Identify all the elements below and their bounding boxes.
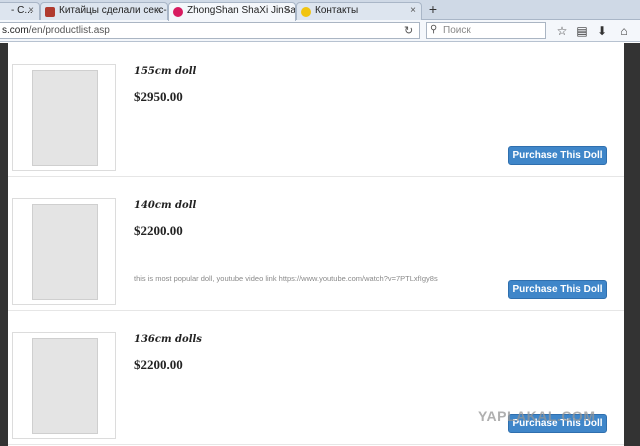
- product-row: 136cm dolls $2200.00 Purchase This Doll: [8, 311, 624, 445]
- site-favicon-icon: [301, 7, 311, 17]
- site-watermark: YAPLAKAL.COM: [478, 408, 596, 424]
- product-price: $2200.00: [134, 223, 183, 238]
- tab-4[interactable]: Контакты ×: [296, 2, 422, 20]
- tab-label: Контакты: [315, 5, 359, 16]
- photo-placeholder: [32, 338, 98, 434]
- close-icon[interactable]: ×: [410, 5, 416, 16]
- page-viewport: 155cm doll $2950.00 Purchase This Doll 1…: [0, 43, 640, 446]
- product-thumbnail[interactable]: [12, 64, 116, 171]
- clipboard-icon[interactable]: ▤: [574, 23, 590, 39]
- close-icon[interactable]: ×: [156, 5, 162, 16]
- reload-icon[interactable]: ↻: [404, 24, 413, 37]
- product-thumbnail[interactable]: [12, 332, 116, 439]
- tab-3-active[interactable]: ZhongShan ShaXi JinSan Cl... ×: [168, 2, 296, 21]
- tab-1[interactable]: - С... ×: [0, 2, 40, 20]
- tab-2[interactable]: Китайцы сделали секс-ку... ×: [40, 2, 168, 20]
- product-row: 155cm doll $2950.00 Purchase This Doll: [8, 43, 624, 177]
- tab-label: Китайцы сделали секс-ку...: [59, 5, 167, 16]
- lips-favicon-icon: [173, 7, 183, 17]
- navigation-toolbar: s.com/en/productlist.asp ↻ ⚲ Поиск ☆ ▤ ⬇…: [0, 20, 640, 42]
- star-icon[interactable]: ☆: [554, 23, 570, 39]
- download-icon[interactable]: ⬇: [594, 23, 610, 39]
- product-name[interactable]: 155cm doll: [134, 66, 196, 77]
- purchase-button[interactable]: Purchase This Doll: [508, 280, 607, 299]
- product-description: this is most popular doll, youtube video…: [134, 274, 438, 283]
- new-tab-button[interactable]: +: [424, 1, 442, 19]
- search-icon: ⚲: [430, 24, 438, 35]
- purchase-button[interactable]: Purchase This Doll: [508, 146, 607, 165]
- home-icon[interactable]: ⌂: [616, 23, 632, 39]
- close-icon[interactable]: ×: [28, 5, 34, 16]
- url-bar[interactable]: s.com/en/productlist.asp ↻: [0, 22, 420, 39]
- product-thumbnail[interactable]: [12, 198, 116, 305]
- product-list: 155cm doll $2950.00 Purchase This Doll 1…: [8, 43, 624, 446]
- product-name[interactable]: 136cm dolls: [134, 334, 202, 345]
- photo-placeholder: [32, 70, 98, 166]
- url-path: /en/productlist.asp: [28, 25, 110, 36]
- site-favicon-icon: [45, 7, 55, 17]
- product-price: $2950.00: [134, 89, 183, 104]
- tab-strip: - С... × Китайцы сделали секс-ку... × Zh…: [0, 0, 640, 21]
- search-input[interactable]: ⚲ Поиск: [426, 22, 546, 39]
- tab-label: ZhongShan ShaXi JinSan Cl...: [187, 5, 296, 16]
- product-price: $2200.00: [134, 357, 183, 372]
- product-row: 140cm doll $2200.00 this is most popular…: [8, 177, 624, 311]
- photo-placeholder: [32, 204, 98, 300]
- search-placeholder: Поиск: [443, 25, 471, 36]
- product-name[interactable]: 140cm doll: [134, 200, 196, 211]
- url-host: s.com: [2, 25, 29, 36]
- close-icon[interactable]: ×: [284, 5, 290, 16]
